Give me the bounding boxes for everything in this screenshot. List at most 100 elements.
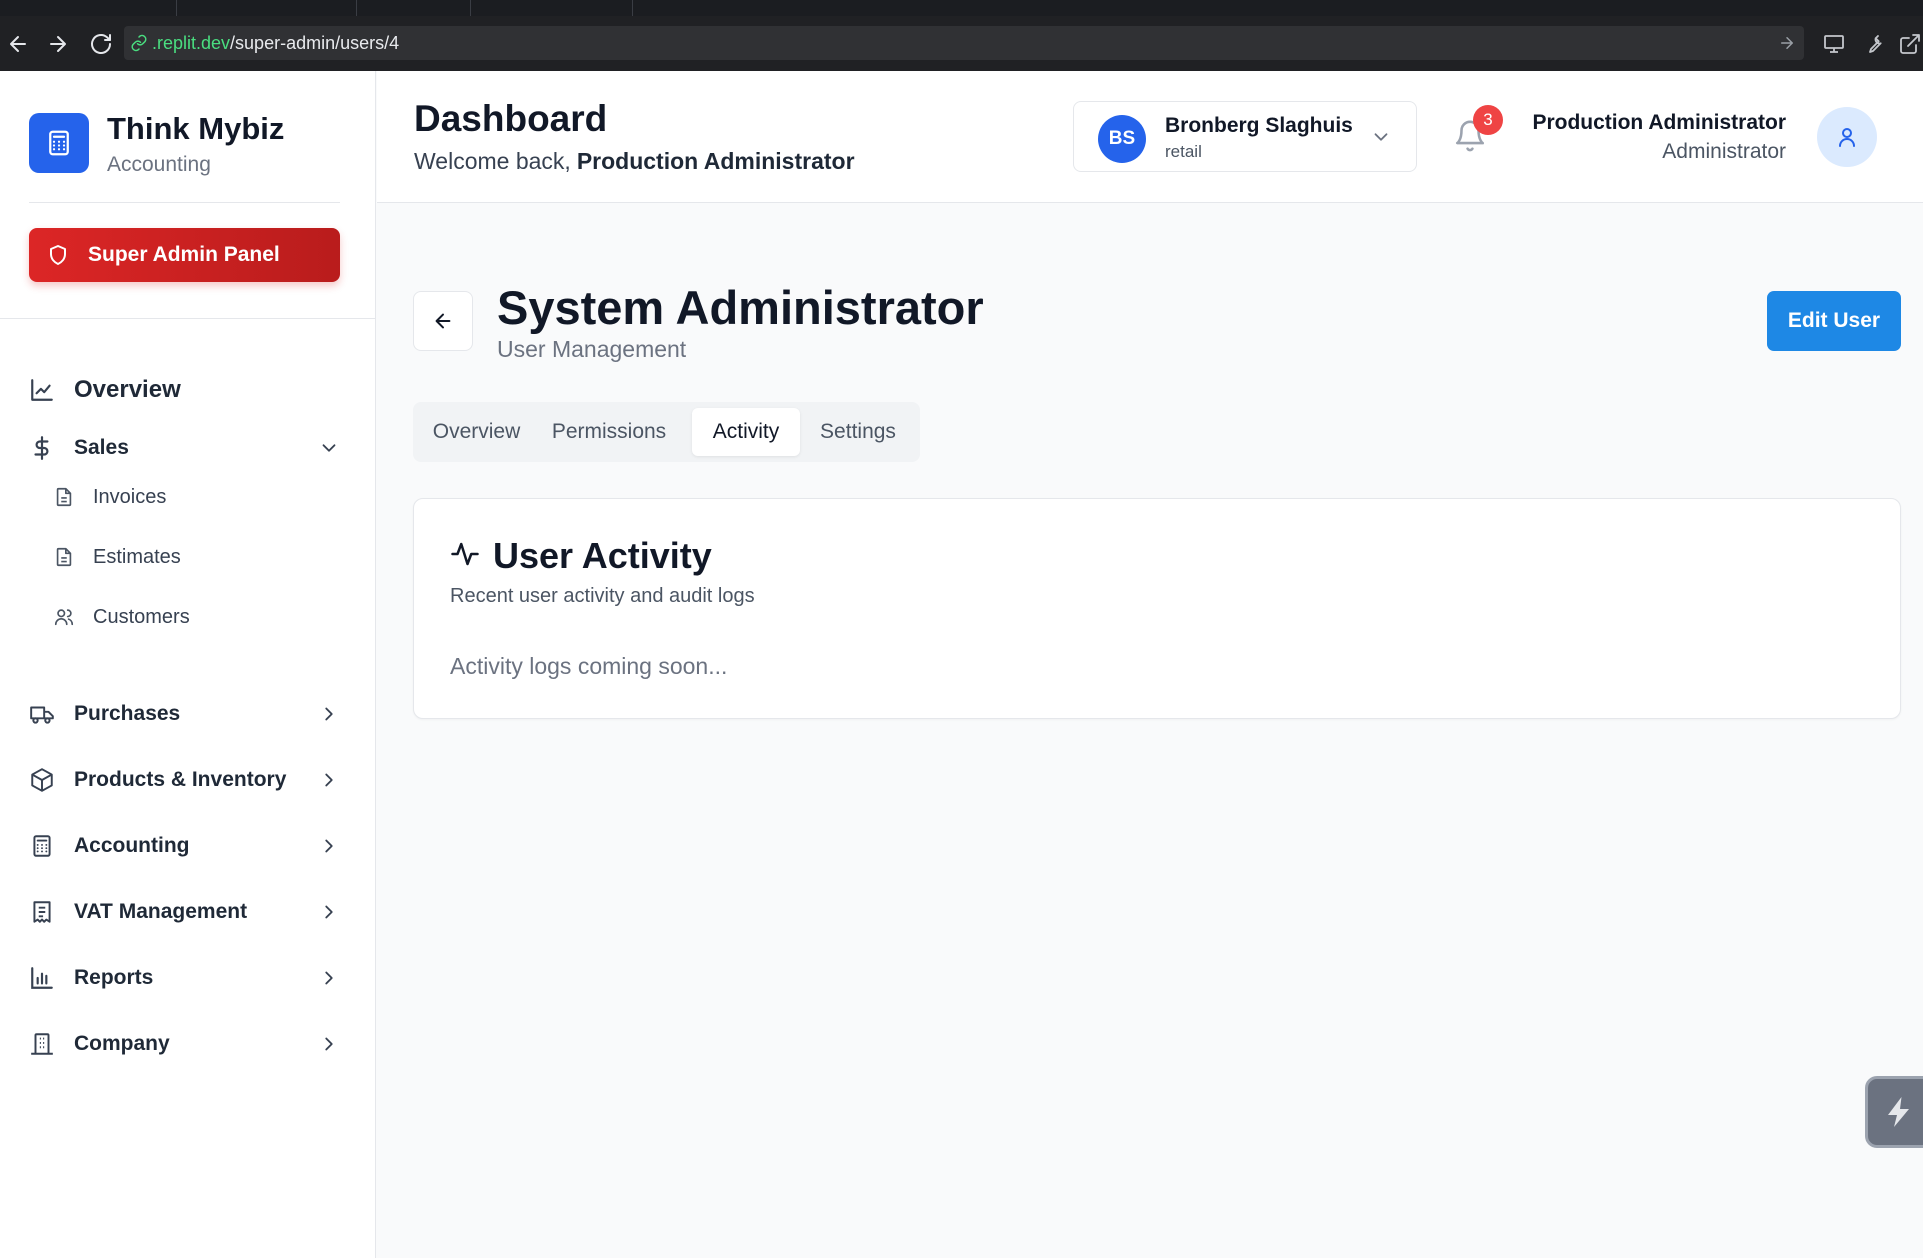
arrow-left-icon <box>435 313 451 329</box>
top-header: Dashboard Welcome back, Production Admini… <box>377 71 1923 203</box>
tab-separator <box>176 0 177 16</box>
sidebar-item-invoices[interactable]: Invoices <box>53 479 340 515</box>
sidebar-item-label: Products & Inventory <box>74 768 287 791</box>
user-tabs: Overview Permissions Activity Settings <box>413 402 920 462</box>
user-title: System Administrator <box>497 281 984 334</box>
calculator-icon <box>49 130 69 156</box>
link-icon <box>131 34 147 52</box>
lightning-icon <box>1888 1097 1909 1127</box>
floating-assistant-button[interactable] <box>1865 1076 1923 1148</box>
user-role: Administrator <box>1662 140 1786 163</box>
super-admin-panel-label: Super Admin Panel <box>88 243 280 266</box>
super-admin-panel-button[interactable]: Super Admin Panel <box>29 228 340 282</box>
browser-tab-strip <box>0 0 1923 16</box>
url-host: .replit.dev <box>152 33 231 53</box>
chevron-right-icon[interactable] <box>318 769 340 791</box>
page-title: Dashboard <box>414 98 608 139</box>
sidebar: Think Mybiz Accounting Super Admin Panel… <box>0 71 376 1258</box>
file-text-icon <box>56 547 72 567</box>
wrench-icon[interactable] <box>1861 32 1885 56</box>
brand-logo <box>29 113 89 173</box>
brand-subtitle: Accounting <box>107 153 211 176</box>
sidebar-item-accounting[interactable]: Accounting <box>29 826 340 866</box>
tab-separator <box>470 0 471 16</box>
dollar-icon <box>34 436 49 460</box>
sidebar-item-label: Overview <box>74 376 181 403</box>
tab-permissions[interactable]: Permissions <box>534 408 684 456</box>
monitor-icon[interactable] <box>1822 32 1846 56</box>
activity-icon <box>451 542 479 566</box>
chevron-right-icon[interactable] <box>318 901 340 923</box>
sidebar-item-label: Invoices <box>93 485 167 508</box>
company-switcher[interactable]: BS Bronberg Slaghuis retail <box>1073 101 1417 172</box>
calculator-icon <box>33 835 51 857</box>
url-field[interactable]: .replit.dev/super-admin/users/4 <box>124 26 1804 60</box>
shield-icon <box>50 245 66 265</box>
chevron-right-icon[interactable] <box>318 703 340 725</box>
chevron-right-icon[interactable] <box>318 1033 340 1055</box>
chevron-right-icon[interactable] <box>318 835 340 857</box>
line-chart-icon <box>31 379 53 401</box>
chevron-right-icon[interactable] <box>318 967 340 989</box>
card-title: User Activity <box>493 535 712 576</box>
tab-settings[interactable]: Settings <box>803 408 913 456</box>
sidebar-item-vat-management[interactable]: VAT Management <box>29 892 340 932</box>
truck-icon <box>30 706 54 724</box>
sidebar-item-overview[interactable]: Overview <box>29 370 340 410</box>
sidebar-item-label: Sales <box>74 436 129 459</box>
edit-user-button[interactable]: Edit User <box>1767 291 1901 351</box>
sidebar-item-label: Accounting <box>74 834 190 857</box>
sidebar-item-label: VAT Management <box>74 900 248 923</box>
divider <box>0 318 376 319</box>
file-text-icon <box>56 487 72 507</box>
notification-badge: 3 <box>1473 105 1503 135</box>
chevron-down-icon <box>1374 133 1388 141</box>
tab-separator <box>356 0 357 16</box>
user-name: Production Administrator <box>1532 111 1786 134</box>
welcome-user-name: Production Administrator <box>576 148 855 174</box>
forward-icon[interactable] <box>46 32 70 56</box>
browser-address-bar: .replit.dev/super-admin/users/4 <box>0 16 1923 71</box>
reload-icon[interactable] <box>89 32 113 56</box>
welcome-prefix: Welcome back, <box>414 148 571 174</box>
sidebar-item-customers[interactable]: Customers <box>53 599 340 635</box>
company-type: retail <box>1165 142 1202 161</box>
bar-chart-icon <box>31 967 53 989</box>
brand-name: Think Mybiz <box>107 111 285 146</box>
receipt-icon <box>33 901 51 923</box>
back-icon[interactable] <box>6 32 30 56</box>
sidebar-item-label: Company <box>74 1032 170 1055</box>
tab-activity[interactable]: Activity <box>692 408 800 456</box>
url-text: .replit.dev/super-admin/users/4 <box>152 33 399 54</box>
sidebar-item-reports[interactable]: Reports <box>29 958 340 998</box>
user-activity-card: User Activity Recent user activity and a… <box>413 498 1901 719</box>
users-icon <box>54 609 74 626</box>
sidebar-item-label: Customers <box>93 605 190 628</box>
url-path: /super-admin/users/4 <box>230 33 400 53</box>
sidebar-item-label: Reports <box>74 966 154 989</box>
package-icon <box>31 768 53 792</box>
sidebar-item-sales[interactable]: Sales <box>29 428 340 468</box>
tab-overview[interactable]: Overview <box>419 408 534 456</box>
chevron-down-icon[interactable] <box>318 437 340 459</box>
empty-state-message: Activity logs coming soon... <box>450 653 728 679</box>
company-name: Bronberg Slaghuis <box>1165 114 1353 137</box>
user-icon <box>1839 128 1855 147</box>
tab-separator <box>632 0 633 16</box>
user-avatar[interactable] <box>1817 107 1877 167</box>
external-link-icon[interactable] <box>1898 32 1922 56</box>
divider <box>29 202 340 203</box>
back-button[interactable] <box>413 291 473 351</box>
sidebar-item-estimates[interactable]: Estimates <box>53 539 340 575</box>
building-icon <box>31 1033 53 1055</box>
card-subtitle: Recent user activity and audit logs <box>450 585 755 607</box>
sidebar-item-company[interactable]: Company <box>29 1024 340 1064</box>
go-arrow-icon[interactable] <box>1778 34 1796 52</box>
sidebar-item-label: Estimates <box>93 545 181 568</box>
welcome-message: Welcome back, Production Administrator <box>414 148 855 175</box>
user-subtitle: User Management <box>497 336 687 362</box>
company-avatar: BS <box>1098 115 1146 163</box>
sidebar-item-label: Purchases <box>74 702 181 725</box>
sidebar-item-products-inventory[interactable]: Products & Inventory <box>29 760 340 800</box>
sidebar-item-purchases[interactable]: Purchases <box>29 694 340 734</box>
